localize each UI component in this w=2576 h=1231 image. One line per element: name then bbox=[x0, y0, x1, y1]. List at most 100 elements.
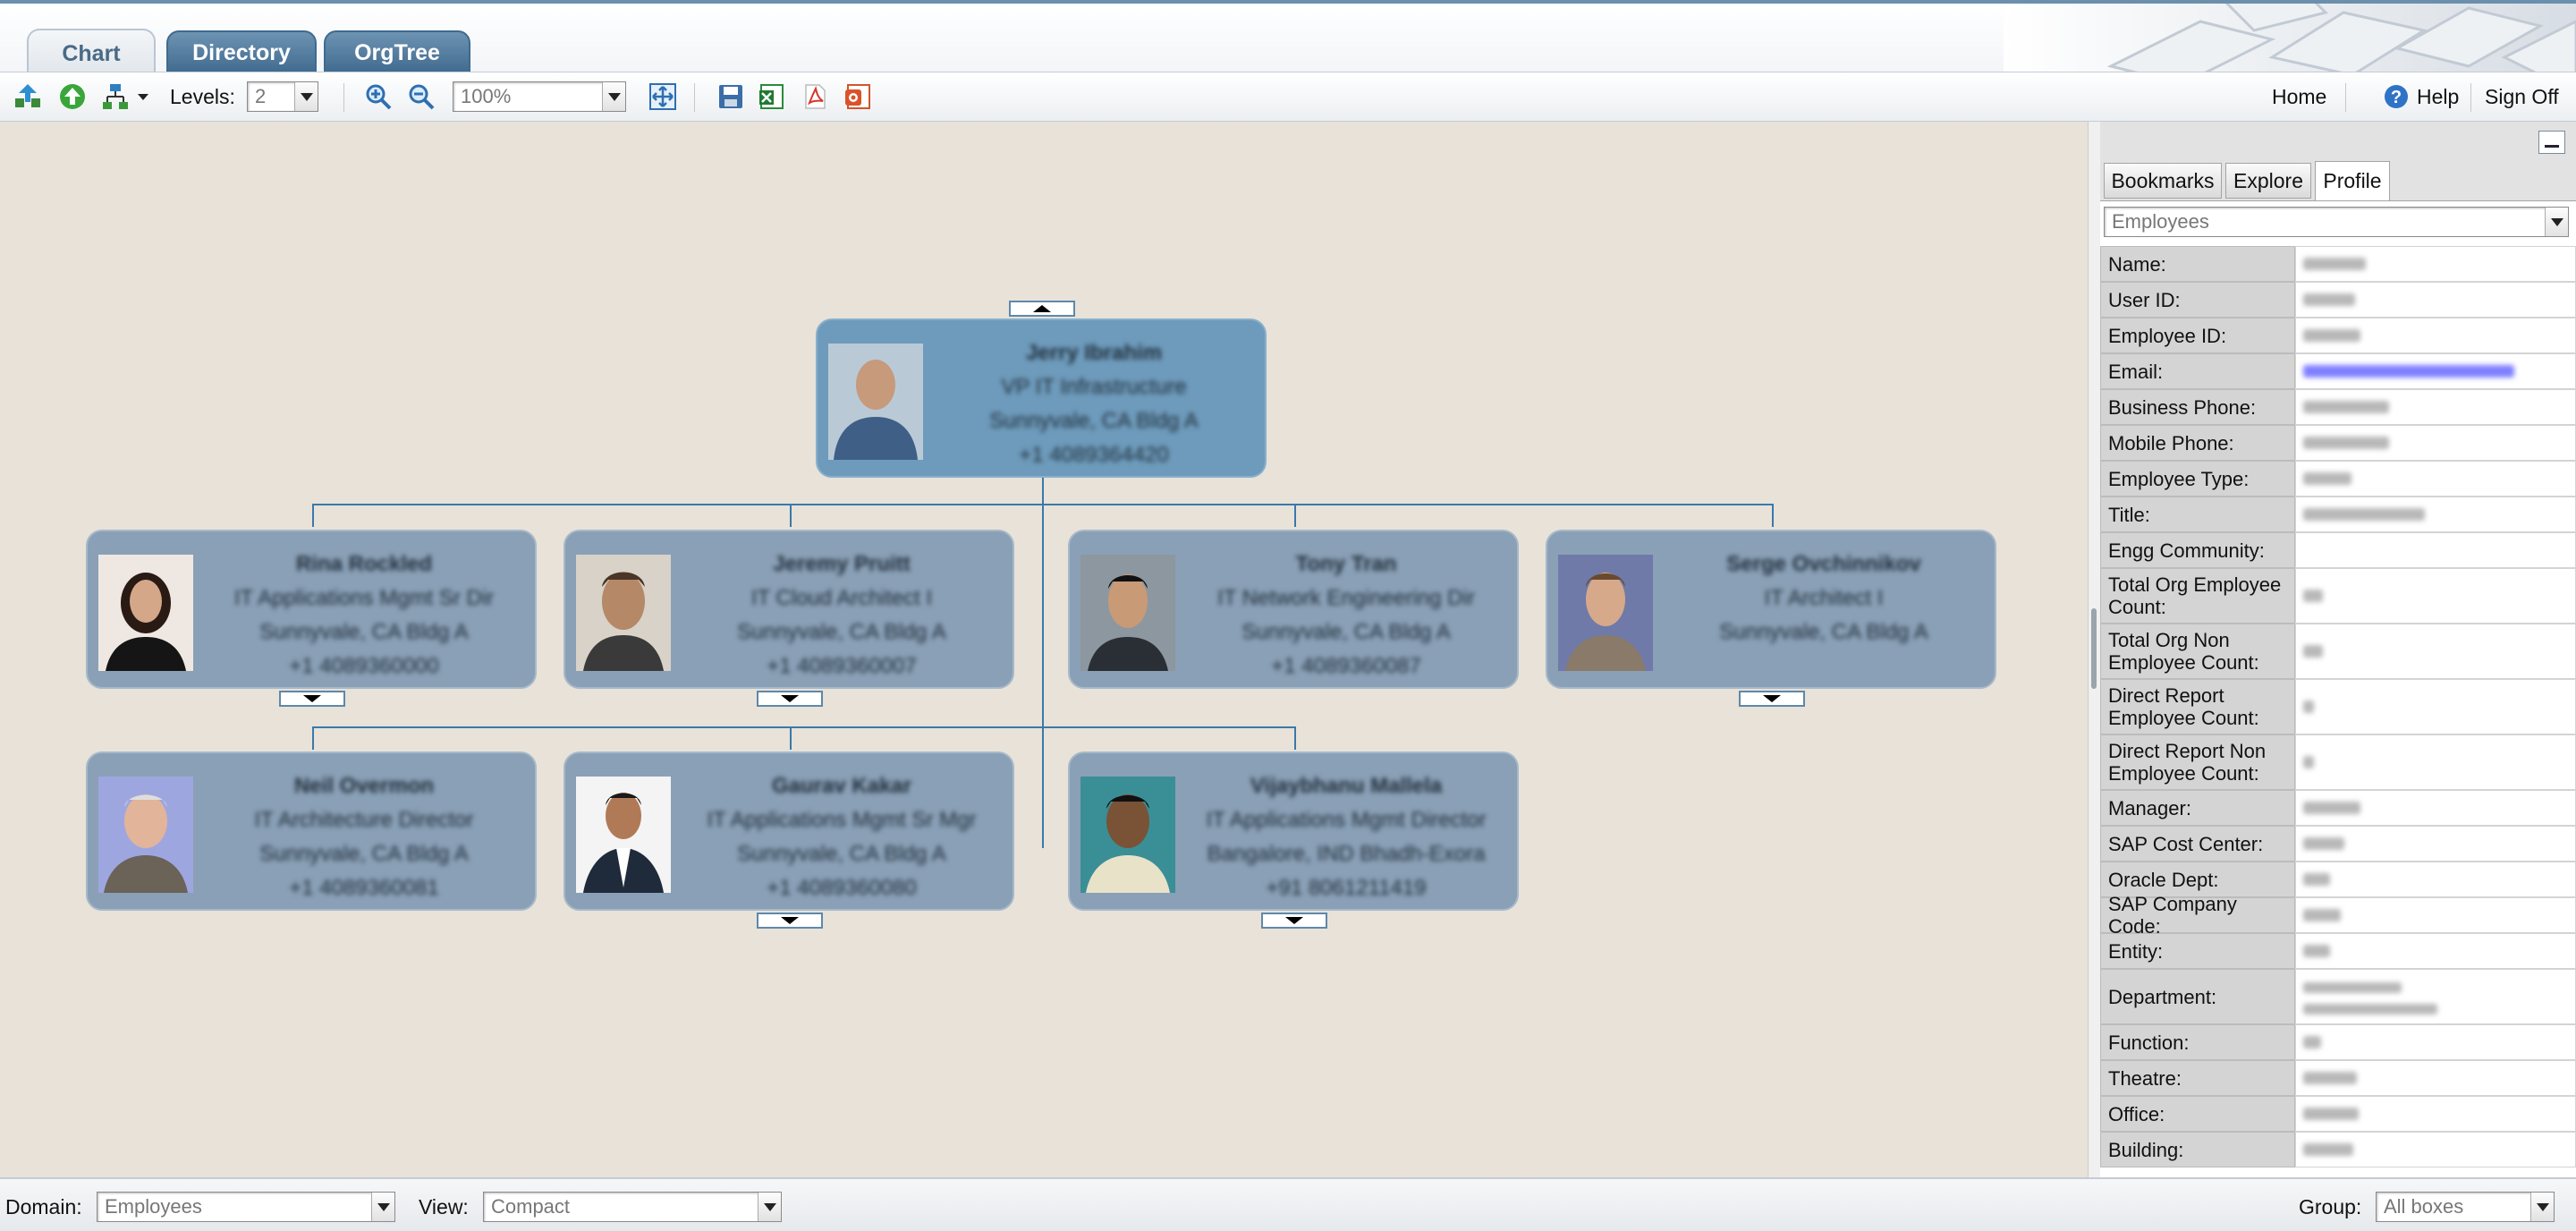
profile-field-label: Employee ID: bbox=[2100, 318, 2295, 353]
chevron-down-icon bbox=[2545, 208, 2568, 236]
org-card[interactable]: Serge Ovchinnikov IT Architect I Sunnyva… bbox=[1546, 530, 1996, 689]
employee-location: Sunnyvale, CA Bldg A bbox=[989, 409, 1199, 433]
org-chart-canvas[interactable]: Jerry Ibrahim VP IT Infrastructure Sunny… bbox=[0, 122, 2088, 1177]
minimize-panel-button[interactable] bbox=[2538, 131, 2565, 154]
employee-title: IT Cloud Architect I bbox=[750, 586, 933, 610]
org-card[interactable]: Rina Rockled IT Applications Mgmt Sr Dir… bbox=[86, 530, 537, 689]
pdf-export-icon[interactable] bbox=[800, 81, 830, 112]
move-up-icon[interactable] bbox=[13, 81, 43, 112]
profile-field-label: Building: bbox=[2100, 1132, 2295, 1167]
employee-name: Serge Ovchinnikov bbox=[1726, 552, 1921, 576]
profile-field-value[interactable] bbox=[2295, 353, 2576, 389]
employee-name: Rina Rockled bbox=[295, 552, 433, 576]
tab-directory[interactable]: Directory bbox=[166, 30, 317, 72]
connector-line bbox=[312, 504, 314, 527]
profile-field-row: SAP Cost Center: bbox=[2100, 826, 2576, 862]
domain-label: Domain: bbox=[5, 1195, 82, 1218]
chevron-down-icon bbox=[2530, 1193, 2554, 1221]
org-card-root[interactable]: Jerry Ibrahim VP IT Infrastructure Sunny… bbox=[816, 318, 1267, 478]
connector-line bbox=[312, 504, 1774, 505]
chevron-down-icon bbox=[758, 1193, 781, 1221]
toolbar-divider bbox=[694, 83, 695, 112]
tab-profile[interactable]: Profile bbox=[2315, 161, 2390, 200]
app-tab-strip: Chart Directory OrgTree bbox=[0, 0, 2576, 72]
org-card-text: Tony Tran IT Network Engineering Dir Sun… bbox=[1184, 548, 1508, 683]
profile-field-value bbox=[2295, 969, 2576, 1024]
zoom-out-icon[interactable] bbox=[406, 81, 436, 112]
org-card[interactable]: Jeremy Pruitt IT Cloud Architect I Sunny… bbox=[564, 530, 1014, 689]
profile-field-value bbox=[2295, 826, 2576, 862]
expand-down-button[interactable] bbox=[1739, 691, 1805, 707]
redacted-value bbox=[2303, 1036, 2321, 1048]
redacted-value bbox=[2303, 1072, 2357, 1084]
profile-field-row: Function: bbox=[2100, 1024, 2576, 1060]
sign-off-link[interactable]: Sign Off bbox=[2485, 85, 2559, 109]
org-card[interactable]: Tony Tran IT Network Engineering Dir Sun… bbox=[1068, 530, 1519, 689]
levels-select[interactable]: 2 bbox=[247, 81, 318, 112]
connector-line bbox=[312, 726, 314, 750]
zoom-value: 100% bbox=[461, 85, 512, 107]
hierarchy-icon[interactable] bbox=[100, 81, 131, 112]
email-link[interactable] bbox=[2303, 365, 2514, 378]
expand-down-button[interactable] bbox=[279, 691, 345, 707]
employee-phone: +91 8061211419 bbox=[1266, 876, 1427, 900]
fit-to-window-icon[interactable] bbox=[648, 81, 678, 112]
profile-domain-select[interactable]: Employees bbox=[2104, 207, 2569, 237]
org-card[interactable]: Vijaybhanu Mallela IT Applications Mgmt … bbox=[1068, 751, 1519, 911]
profile-field-row: Employee ID: bbox=[2100, 318, 2576, 353]
redacted-value bbox=[2303, 401, 2389, 413]
domain-value: Employees bbox=[105, 1195, 202, 1218]
go-up-icon[interactable] bbox=[57, 81, 88, 112]
employee-photo bbox=[1080, 777, 1175, 893]
panel-splitter[interactable] bbox=[2088, 122, 2100, 1177]
expand-down-button[interactable] bbox=[757, 913, 823, 929]
expand-down-button[interactable] bbox=[757, 691, 823, 707]
employee-title: IT Applications Mgmt Director bbox=[1206, 808, 1487, 832]
expand-down-button[interactable] bbox=[1261, 913, 1327, 929]
org-card-text: Rina Rockled IT Applications Mgmt Sr Dir… bbox=[202, 548, 526, 683]
profile-field-value bbox=[2295, 461, 2576, 497]
profile-field-label: Theatre: bbox=[2100, 1060, 2295, 1096]
zoom-in-icon[interactable] bbox=[363, 81, 394, 112]
profile-field-label: Email: bbox=[2100, 353, 2295, 389]
tab-orgtree[interactable]: OrgTree bbox=[324, 30, 470, 72]
org-card-text: Gaurav Kakar IT Applications Mgmt Sr Mgr… bbox=[680, 769, 1004, 905]
profile-tab-body: Employees Name: User ID: Employee ID: Email… bbox=[2100, 200, 2576, 1177]
help-link[interactable]: Help bbox=[2417, 85, 2459, 109]
redacted-value bbox=[2303, 802, 2360, 814]
connector-line bbox=[790, 726, 792, 750]
domain-select[interactable]: Employees bbox=[97, 1192, 395, 1222]
help-icon[interactable]: ? bbox=[2381, 81, 2411, 112]
splitter-grip[interactable] bbox=[2091, 608, 2097, 689]
profile-field-label: Total Org Non Employee Count: bbox=[2100, 624, 2295, 679]
excel-export-icon[interactable] bbox=[757, 81, 787, 112]
powerpoint-export-icon[interactable] bbox=[843, 81, 873, 112]
profile-field-value bbox=[2295, 568, 2576, 624]
group-select[interactable]: All boxes bbox=[2376, 1192, 2555, 1222]
profile-field-row: Business Phone: bbox=[2100, 389, 2576, 425]
zoom-select[interactable]: 100% bbox=[453, 81, 626, 112]
view-value: Compact bbox=[491, 1195, 571, 1218]
employee-phone: +1 4089364420 bbox=[1019, 443, 1169, 467]
org-card-text: Neil Overmon IT Architecture Director Su… bbox=[202, 769, 526, 905]
profile-field-label: Manager: bbox=[2100, 790, 2295, 826]
view-select[interactable]: Compact bbox=[483, 1192, 782, 1222]
hierarchy-dropdown-icon[interactable] bbox=[134, 81, 152, 112]
save-icon[interactable] bbox=[716, 81, 746, 112]
tab-chart[interactable]: Chart bbox=[27, 29, 156, 72]
profile-field-value bbox=[2295, 532, 2576, 568]
org-card-text: Serge Ovchinnikov IT Architect I Sunnyva… bbox=[1662, 548, 1986, 649]
profile-field-value bbox=[2295, 282, 2576, 318]
profile-field-label: Engg Community: bbox=[2100, 532, 2295, 568]
org-card[interactable]: Neil Overmon IT Architecture Director Su… bbox=[86, 751, 537, 911]
profile-field-value bbox=[2295, 862, 2576, 897]
org-card[interactable]: Gaurav Kakar IT Applications Mgmt Sr Mgr… bbox=[564, 751, 1014, 911]
collapse-up-button[interactable] bbox=[1009, 301, 1075, 317]
home-link[interactable]: Home bbox=[2272, 85, 2326, 109]
tab-bookmarks[interactable]: Bookmarks bbox=[2104, 163, 2222, 199]
profile-field-value bbox=[2295, 1096, 2576, 1132]
tab-explore[interactable]: Explore bbox=[2225, 163, 2311, 199]
toolbar-divider bbox=[343, 83, 344, 112]
redacted-value bbox=[2303, 982, 2402, 993]
employee-photo bbox=[1080, 555, 1175, 671]
